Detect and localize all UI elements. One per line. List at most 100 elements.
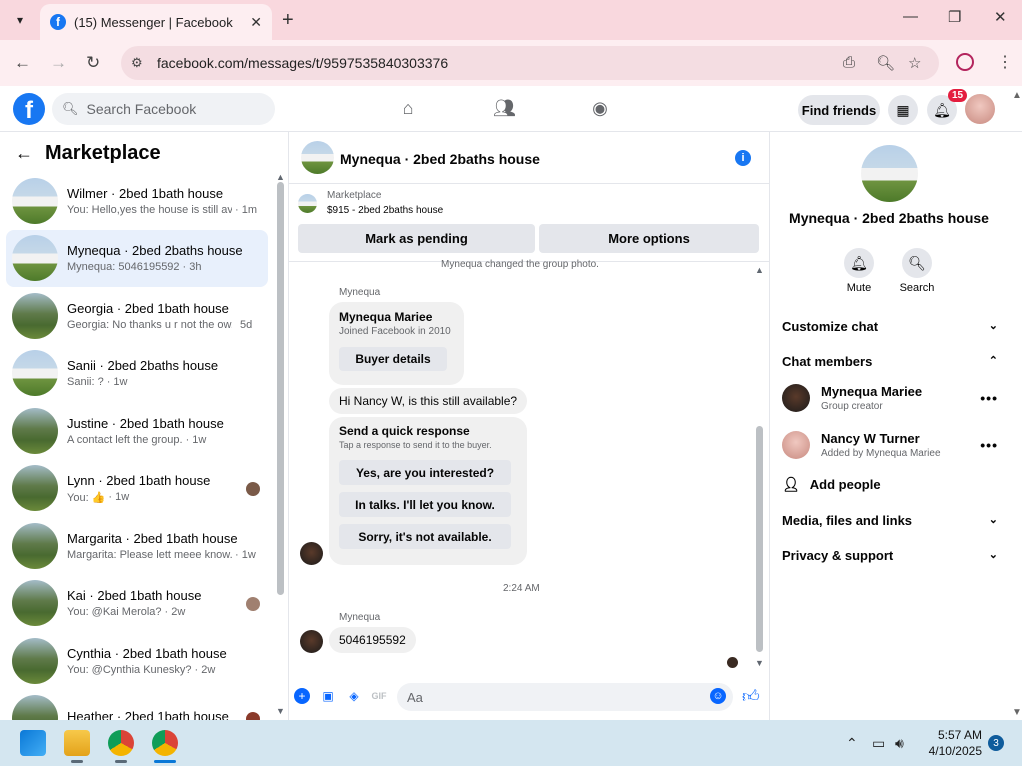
message-composer: + ▣ ◈ GIF Aa ☺ 👍︎ [289, 680, 770, 712]
conversation-item[interactable]: Justine · 2bed 1bath house A contact lef… [6, 402, 268, 460]
info-icon[interactable]: i [735, 150, 751, 166]
chat-thumbnail[interactable] [301, 141, 334, 174]
facebook-search-input[interactable]: 🔍︎ Search Facebook [52, 93, 275, 125]
quick-response-option[interactable]: In talks. I'll let you know. [339, 492, 511, 517]
list-scroll-down-icon[interactable]: ▼ [276, 706, 285, 716]
minimize-window-button[interactable]: — [903, 8, 918, 25]
chrome-icon[interactable] [108, 730, 134, 756]
gif-icon[interactable]: GIF [371, 688, 387, 704]
list-scroll-up-icon[interactable]: ▲ [276, 172, 285, 182]
conversation-list-scrollbar[interactable] [277, 182, 284, 595]
forward-button[interactable]: → [50, 53, 67, 73]
reload-button[interactable]: ↻ [86, 53, 100, 73]
close-tab-icon[interactable]: ✕ [250, 14, 262, 31]
search-button[interactable]: 🔍︎ Search [887, 248, 947, 294]
restore-window-button[interactable]: ❐ [948, 8, 961, 26]
chrome-profile-icon[interactable] [152, 730, 178, 756]
chat-scroll-down-icon[interactable]: ▼ [755, 658, 764, 668]
facebook-logo-icon[interactable]: f [13, 93, 45, 125]
listing-title: $915 - 2bed 2baths house [327, 205, 444, 216]
emoji-icon[interactable]: ☺ [710, 688, 726, 704]
conversation-preview: Sanii: ? [67, 376, 104, 389]
zoom-icon[interactable]: 🔍︎ [876, 54, 895, 72]
chat-scroll-up-icon[interactable]: ▲ [755, 265, 764, 275]
conversation-item[interactable]: Kai · 2bed 1bath house You: @Kai Merola?… [6, 575, 268, 633]
page-scroll-up-icon[interactable]: ▲ [1012, 90, 1022, 101]
buyer-details-button[interactable]: Buyer details [339, 347, 447, 371]
conversation-list-panel: ← Marketplace Wilmer · 2bed 1bath house … [0, 132, 289, 720]
conversation-name: Sanii · 2bed 2baths house [67, 358, 219, 374]
groups-icon[interactable]: ◉ [589, 98, 611, 120]
member-avatar [782, 384, 810, 412]
bookmark-star-icon[interactable]: ☆ [908, 54, 921, 72]
back-button[interactable]: ← [14, 53, 31, 73]
sender-avatar[interactable] [300, 630, 323, 653]
network-icon[interactable]: ▭ [872, 735, 885, 752]
member-row[interactable]: Nancy W Turner Added by Mynequa Mariee •… [782, 431, 998, 459]
conversation-item[interactable]: Wilmer · 2bed 1bath house You: Hello,yes… [6, 172, 268, 230]
quick-response-card: Send a quick response Tap a response to … [329, 417, 527, 565]
system-clock[interactable]: 5:57 AM 4/10/2025 [920, 727, 982, 759]
install-app-icon[interactable]: ⎙ [843, 54, 855, 71]
volume-icon[interactable]: 🔊︎ [895, 735, 904, 752]
tab-search-button[interactable]: ▾ [8, 8, 32, 32]
sticker-icon[interactable]: ◈ [346, 688, 362, 704]
menu-grid-icon[interactable]: ▦ [888, 95, 918, 125]
page-scroll-down-icon[interactable]: ▼ [1012, 707, 1022, 718]
media-section[interactable]: Media, files and links ⌄ [782, 513, 998, 528]
chat-members-section[interactable]: Chat members ⌃ [782, 354, 998, 369]
new-tab-button[interactable]: + [282, 9, 294, 32]
sender-avatar[interactable] [300, 542, 323, 565]
file-explorer-icon[interactable] [64, 730, 90, 756]
photo-icon[interactable]: ▣ [320, 688, 336, 704]
customize-chat-section[interactable]: Customize chat ⌄ [782, 319, 998, 334]
start-button-icon[interactable] [20, 730, 46, 756]
app-running-indicator [71, 760, 83, 763]
conversation-item[interactable]: Cynthia · 2bed 1bath house You: @Cynthia… [6, 632, 268, 690]
conversation-item[interactable]: Georgia · 2bed 1bath house Georgia: No t… [6, 287, 268, 345]
conversation-item[interactable]: Heather · 2bed 1bath house [6, 690, 268, 720]
conversation-item[interactable]: Lynn · 2bed 1bath house You: 👍 · 1w [6, 460, 268, 518]
chevron-down-icon: ⌄ [988, 549, 998, 561]
quick-response-option[interactable]: Yes, are you interested? [339, 460, 511, 485]
add-people-label: Add people [809, 477, 881, 492]
conversation-item[interactable]: Sanii · 2bed 2baths house Sanii: ? · 1w [6, 345, 268, 403]
house-thumbnail [12, 235, 58, 282]
thumbs-up-icon[interactable]: 👍︎ [742, 686, 760, 707]
browser-menu-icon[interactable]: ⋮ [997, 52, 1013, 72]
chevron-up-icon: ⌃ [988, 355, 998, 367]
mute-button[interactable]: 🔔︎ Mute [829, 248, 889, 294]
listing-card[interactable]: Marketplace $915 - 2bed 2baths house [298, 190, 443, 216]
quick-response-option[interactable]: Sorry, it's not available. [339, 524, 511, 549]
friends-icon[interactable]: 👥︎ [493, 98, 516, 120]
member-row[interactable]: Mynequa Mariee Group creator ••• [782, 384, 998, 412]
chat-scrollbar[interactable] [756, 426, 763, 652]
privacy-section[interactable]: Privacy & support ⌄ [782, 548, 998, 563]
plus-icon[interactable]: + [294, 688, 310, 704]
add-people-button[interactable]: 👤︎ Add people [782, 476, 881, 493]
conversation-item-active[interactable]: Mynequa · 2bed 2baths house Mynequa: 504… [6, 229, 268, 287]
back-arrow-icon[interactable]: ← [15, 143, 33, 164]
chat-title[interactable]: Mynequa · 2bed 2baths house [340, 151, 540, 167]
member-role: Added by Mynequa Mariee [821, 448, 941, 459]
close-window-button[interactable]: ✕ [994, 8, 1007, 26]
clock-date: 4/10/2025 [928, 744, 982, 758]
browser-profile-icon[interactable] [956, 53, 974, 71]
message-input[interactable]: Aa [397, 683, 733, 711]
address-bar[interactable]: ⚙ facebook.com/messages/t/95975358403033… [121, 46, 939, 80]
mark-as-pending-button[interactable]: Mark as pending [298, 224, 535, 253]
chevron-up-icon[interactable]: ⌃ [846, 735, 858, 752]
read-receipt-avatar [727, 657, 738, 668]
more-options-icon[interactable]: ••• [980, 437, 998, 453]
notification-center-badge[interactable]: 3 [988, 735, 1004, 751]
conversation-item[interactable]: Margarita · 2bed 1bath house Margarita: … [6, 517, 268, 575]
home-icon[interactable]: ⌂ [397, 98, 419, 120]
system-message: Mynequa changed the group photo. [441, 259, 599, 270]
account-avatar[interactable] [965, 94, 995, 124]
house-thumbnail [12, 465, 58, 512]
site-info-icon[interactable]: ⚙ [131, 55, 143, 71]
more-options-button[interactable]: More options [539, 224, 759, 253]
find-friends-button[interactable]: Find friends [798, 95, 880, 125]
more-options-icon[interactable]: ••• [980, 390, 998, 406]
browser-tab[interactable]: f (15) Messenger | Facebook ✕ [40, 4, 272, 40]
